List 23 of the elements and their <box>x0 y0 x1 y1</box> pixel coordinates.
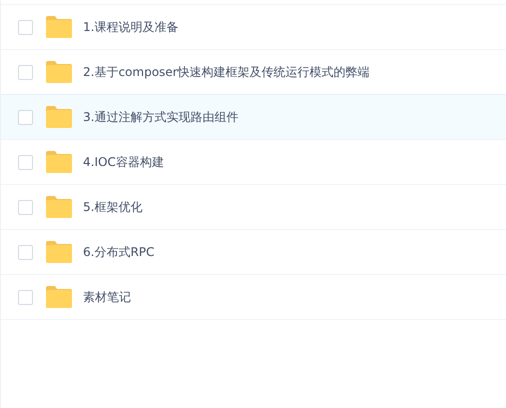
folder-icon <box>46 16 72 38</box>
folder-name: 6.分布式RPC <box>83 244 154 260</box>
checkbox[interactable] <box>18 290 33 304</box>
folder-name: 4.IOC容器构建 <box>83 154 164 170</box>
folder-icon <box>46 286 72 308</box>
file-row[interactable]: 素材笔记 <box>1 274 506 320</box>
folder-icon <box>46 61 72 83</box>
folder-icon <box>46 196 72 218</box>
folder-name: 1.课程说明及准备 <box>83 18 178 36</box>
folder-name: 5.框架优化 <box>83 198 142 216</box>
folder-name: 素材笔记 <box>83 288 131 306</box>
checkbox[interactable] <box>18 200 33 214</box>
checkbox[interactable] <box>18 64 33 80</box>
checkbox[interactable] <box>18 20 33 34</box>
file-row[interactable]: 3.通过注解方式实现路由组件 <box>1 94 506 139</box>
folder-icon <box>46 106 72 128</box>
checkbox[interactable] <box>18 110 33 124</box>
checkbox[interactable] <box>18 244 33 260</box>
folder-name: 2.基于composer快速构建框架及传统运行模式的弊端 <box>83 64 370 80</box>
checkbox[interactable] <box>18 154 33 170</box>
folder-name: 3.通过注解方式实现路由组件 <box>83 108 238 126</box>
folder-icon <box>46 241 72 263</box>
folder-icon <box>46 151 72 173</box>
